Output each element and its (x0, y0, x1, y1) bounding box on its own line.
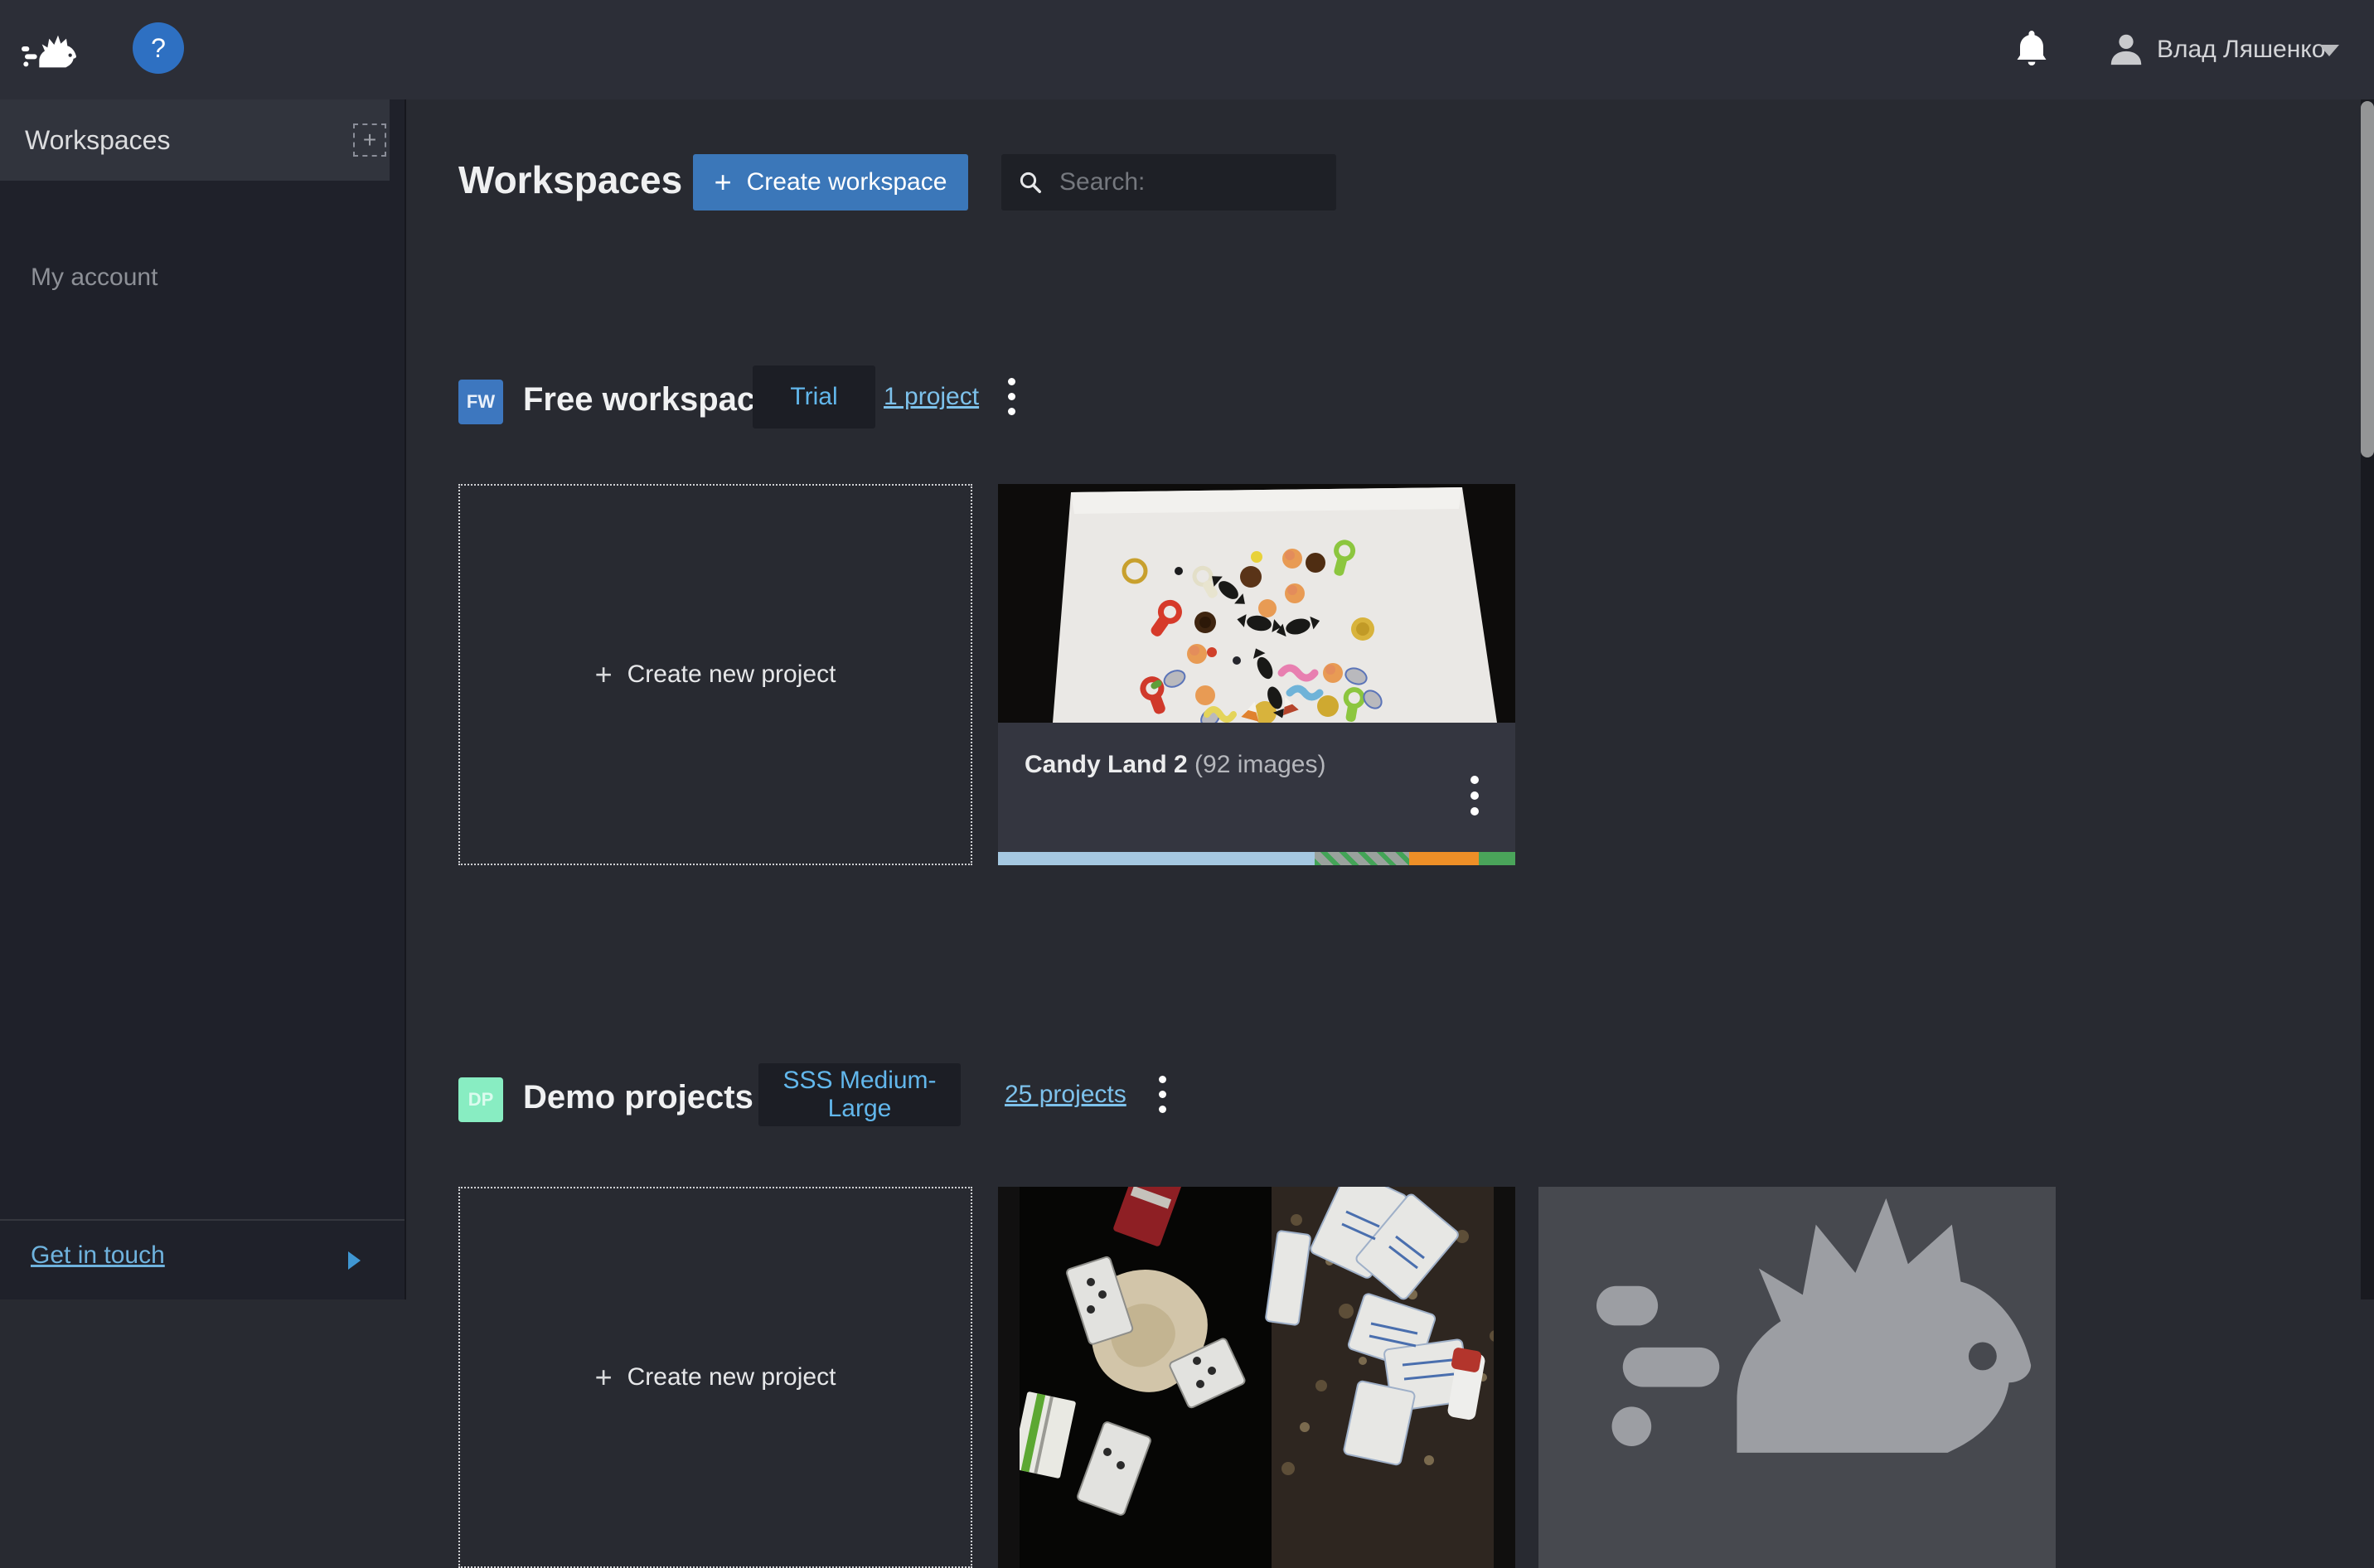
placeholder-hedgehog-icon (1596, 1187, 2044, 1453)
project-card-title: Candy Land 2 (92 images) (1025, 751, 1325, 779)
create-new-project-card[interactable]: + Create new project (458, 484, 972, 865)
search-box[interactable] (1001, 154, 1336, 211)
project-progress-bar (998, 852, 1515, 865)
help-button[interactable]: ? (133, 22, 184, 74)
arrow-right-icon[interactable] (348, 1251, 361, 1270)
create-workspace-label: Create workspace (747, 168, 947, 196)
workspace-menu-kebab-icon[interactable] (1005, 375, 1019, 419)
workspace-plan-button[interactable]: Trial (753, 365, 875, 428)
chevron-down-icon[interactable] (2319, 45, 2339, 56)
progress-segment (1479, 852, 1515, 865)
get-in-touch-link[interactable]: Get in touch (31, 1241, 165, 1270)
create-project-label: Create new project (627, 1363, 836, 1391)
workspace-projects-link[interactable]: 25 projects (1005, 1081, 1126, 1109)
plus-icon: + (595, 1360, 613, 1395)
plus-icon: + (595, 657, 613, 692)
create-workspace-button[interactable]: + Create workspace (693, 154, 968, 211)
add-workspace-icon[interactable]: + (353, 123, 386, 157)
search-input[interactable] (1059, 168, 1320, 196)
create-new-project-card[interactable]: + Create new project (458, 1187, 972, 1568)
sidebar-item-workspaces[interactable]: Workspaces + (0, 99, 390, 181)
plus-icon: + (715, 167, 732, 197)
sidebar: Workspaces + My account Get in touch (0, 99, 406, 1299)
project-card-placeholder[interactable] (1538, 1187, 2056, 1568)
user-name[interactable]: Влад Ляшенко (2157, 0, 2325, 99)
project-card-trash[interactable] (998, 1187, 1515, 1568)
sidebar-item-label: Workspaces (25, 125, 170, 156)
project-name: Candy Land 2 (1025, 751, 1188, 778)
page-title: Workspaces (458, 157, 682, 202)
progress-segment (998, 852, 1315, 865)
project-image-count-value: (92 images) (1194, 751, 1325, 778)
progress-segment (1409, 852, 1479, 865)
scrollbar-thumb[interactable] (2361, 101, 2374, 457)
sidebar-item-my-account[interactable]: My account (31, 264, 157, 292)
workspace-badge-fw: FW (458, 380, 503, 424)
project-menu-kebab-icon[interactable] (1467, 772, 1482, 819)
progress-segment (1315, 852, 1409, 865)
top-bar: ? Влад Ляшенко (0, 0, 2374, 99)
search-icon (1018, 170, 1043, 195)
workspace-title[interactable]: Demo projects (523, 1079, 753, 1116)
workspace-title[interactable]: Free workspace (523, 381, 773, 419)
project-card-candy-land[interactable]: Candy Land 2 (92 images) (998, 484, 1515, 865)
workspace-projects-link[interactable]: 1 project (884, 383, 979, 411)
notifications-bell-icon[interactable] (2014, 28, 2049, 68)
workspace-plan-button[interactable]: SSS Medium-Large (758, 1063, 961, 1126)
app-logo-hedgehog-icon[interactable] (22, 31, 78, 68)
user-avatar-icon[interactable] (2107, 30, 2145, 68)
sidebar-divider (0, 1219, 405, 1221)
workspace-menu-kebab-icon[interactable] (1156, 1072, 1170, 1116)
workspace-badge-dp: DP (458, 1077, 503, 1122)
project-thumbnail-candies (998, 484, 1515, 723)
create-project-label: Create new project (627, 661, 836, 689)
project-thumbnail-trash (998, 1187, 1515, 1568)
